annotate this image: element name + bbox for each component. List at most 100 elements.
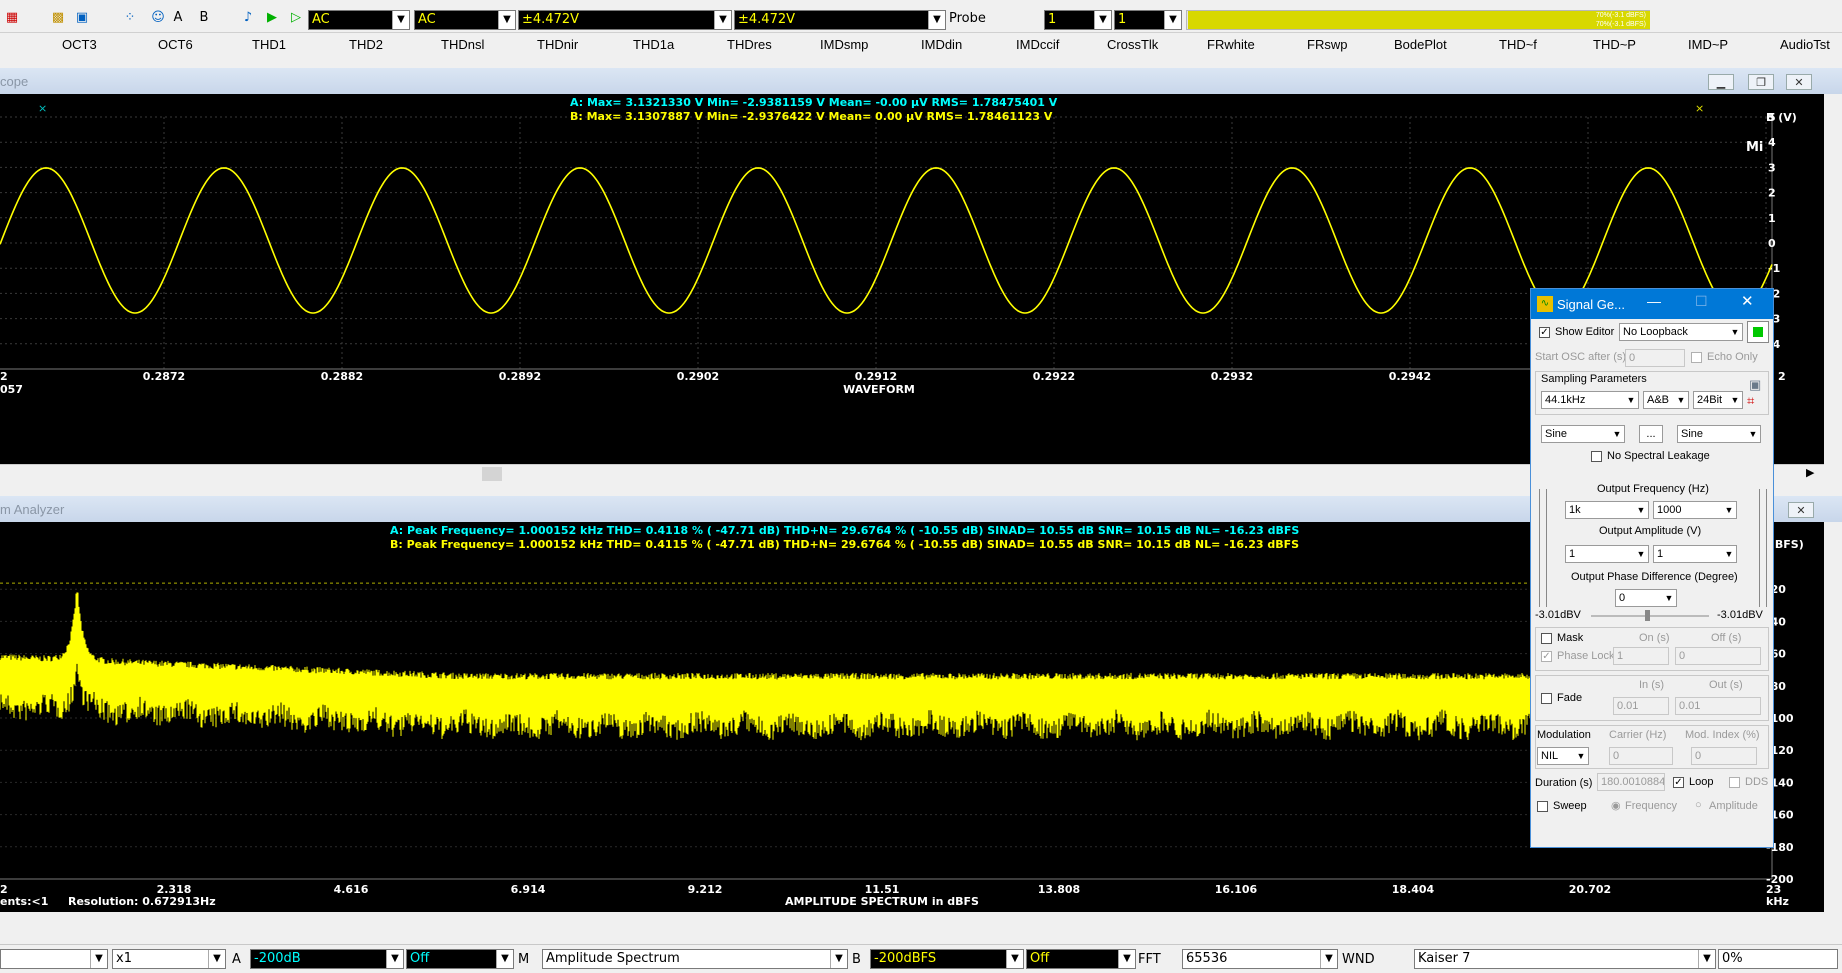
text-a-icon[interactable]: A [170,10,186,26]
speaker-icon[interactable]: ♪ [240,10,256,26]
fade-out-field[interactable]: 0.01 [1675,697,1761,715]
menu-item-thd1a[interactable]: THD1a [633,37,674,52]
loop-checkbox[interactable]: ✓ [1673,777,1684,788]
analysis-mode-select[interactable]: Amplitude Spectrum ▼ [542,949,848,969]
person-icon[interactable]: ☺ [150,10,166,26]
frequency-b-select[interactable]: 1000 ▼ [1653,501,1737,519]
amplitude-slider-b[interactable] [1759,489,1767,607]
menu-item-frwhite[interactable]: FRwhite [1207,37,1255,52]
sample-rate-select[interactable]: 44.1kHz ▼ [1541,391,1639,409]
range-b-select[interactable]: ±4.472V ▼ [734,10,946,30]
scroll-right-icon[interactable]: ▶ [1806,466,1814,479]
amplitude-slider-a[interactable] [1539,489,1547,607]
siggen-maximize-button[interactable]: ☐ [1695,293,1708,310]
wave-b-select[interactable]: Sine ▼ [1677,425,1761,443]
amplitude-b-select[interactable]: 1 ▼ [1653,545,1737,563]
balance-slider-thumb[interactable] [1645,610,1650,621]
carrier-field[interactable]: 0 [1609,747,1673,765]
save-icon[interactable]: ▣ [1749,377,1761,393]
minimize-button[interactable]: ▁ [1708,74,1734,90]
text-b-icon[interactable]: B [196,10,212,26]
menu-item-thdres[interactable]: THDres [727,37,772,52]
fade-checkbox[interactable] [1541,693,1552,704]
frequency-a-select[interactable]: 1k ▼ [1565,501,1649,519]
scope-vscroll[interactable] [1824,94,1842,464]
b-off-select[interactable]: Off ▼ [1026,949,1136,969]
spectrum-trace [0,592,1773,741]
siggen-minimize-button[interactable]: — [1647,293,1661,309]
menu-item-thd2[interactable]: THD2 [349,37,383,52]
close-button[interactable]: ✕ [1786,74,1812,90]
menu-item-imddin[interactable]: IMDdin [921,37,962,52]
fade-in-field[interactable]: 0.01 [1613,697,1669,715]
resolution-label: Resolution: 0.672913Hz [68,895,216,908]
wave-a-select[interactable]: Sine ▼ [1541,425,1625,443]
mask-off-field[interactable]: 0 [1675,647,1761,665]
mask-checkbox[interactable] [1541,633,1552,644]
play-record-icon[interactable]: ▷ [288,10,304,26]
app-icon[interactable]: ▦ [4,10,20,26]
amplitude-radio[interactable]: ○ [1695,799,1702,811]
loopback-select[interactable]: No Loopback ▼ [1619,323,1743,341]
phase-select[interactable]: 0 ▼ [1615,589,1677,607]
sweep-checkbox[interactable] [1537,801,1548,812]
scope-hscroll-thumb[interactable] [482,467,502,481]
menu-item-thd1[interactable]: THD1 [252,37,286,52]
start-osc-field[interactable]: 0 [1625,349,1685,367]
phase-lock-checkbox[interactable]: ✓ [1541,651,1552,662]
range-a-select[interactable]: ±4.472V ▼ [518,10,732,30]
play-icon[interactable]: ▶ [264,10,280,26]
amplitude-a-select[interactable]: 1 ▼ [1565,545,1649,563]
channels-select[interactable]: A&B ▼ [1643,391,1689,409]
meter-icon[interactable]: ▩ [50,10,66,26]
scope-x-tick: 0.2922 [1033,370,1075,383]
menu-item-oct6[interactable]: OCT6 [158,37,193,52]
maximize-button[interactable]: ❐ [1748,74,1774,90]
on-s-label: On (s) [1639,632,1670,644]
show-editor-checkbox[interactable]: ✓ [1539,327,1550,338]
generator-power-button[interactable] [1747,321,1769,343]
bit-depth-select[interactable]: 24Bit ▼ [1693,391,1743,409]
b-db-select[interactable]: -200dBFS ▼ [870,949,1024,969]
bottom-blank-select[interactable]: ▼ [0,949,108,969]
a-db-select[interactable]: -200dB ▼ [250,949,404,969]
duration-field[interactable]: 180.0010884 [1597,773,1665,791]
no-spectral-leakage-checkbox[interactable] [1591,451,1602,462]
loopback-value: No Loopback [1623,326,1688,338]
frequency-radio[interactable]: ◉ [1611,799,1621,812]
fft-size-select[interactable]: 65536 ▼ [1182,949,1338,969]
grid-icon[interactable]: ⁘ [122,10,138,26]
wave-options-button[interactable]: ... [1639,425,1663,443]
spectrum-vscroll[interactable] [1824,522,1842,912]
output-icon[interactable]: ▣ [74,10,90,26]
coupling-a-select[interactable]: AC ▼ [308,10,410,30]
menu-item-imd-p[interactable]: IMD~P [1688,37,1728,52]
siggen-close-button[interactable]: ✕ [1741,292,1754,310]
probe-b-select[interactable]: 1 ▼ [1114,10,1182,30]
mask-on-field[interactable]: 1 [1613,647,1669,665]
menu-item-imdsmp[interactable]: IMDsmp [820,37,868,52]
coupling-b-select[interactable]: AC ▼ [414,10,516,30]
spectrum-close-button[interactable]: ✕ [1788,502,1814,518]
multiplier-select[interactable]: x1 ▼ [112,949,226,969]
a-off-select[interactable]: Off ▼ [406,949,514,969]
balance-slider[interactable] [1591,610,1709,621]
probe-a-select[interactable]: 1 ▼ [1044,10,1112,30]
menu-item-thdnir[interactable]: THDnir [537,37,578,52]
menu-item-bodeplot[interactable]: BodePlot [1394,37,1447,52]
menu-item-frswp[interactable]: FRswp [1307,37,1347,52]
menu-item-thd-p[interactable]: THD~P [1593,37,1636,52]
menu-item-audiotst[interactable]: AudioTst [1780,37,1830,52]
window-function-select[interactable]: Kaiser 7 ▼ [1414,949,1716,969]
menu-item-crosstlk[interactable]: CrossTlk [1107,37,1158,52]
waveform-edit-icon[interactable]: ⌗ [1747,393,1754,409]
a-label: A [232,952,241,967]
menu-item-imdccif[interactable]: IMDccif [1016,37,1059,52]
mod-index-field[interactable]: 0 [1691,747,1757,765]
menu-item-oct3[interactable]: OCT3 [62,37,97,52]
modulation-select[interactable]: NIL ▼ [1537,747,1589,765]
menu-item-thd-f[interactable]: THD~f [1499,37,1537,52]
dds-checkbox[interactable] [1729,777,1740,788]
menu-item-thdnsl[interactable]: THDnsl [441,37,484,52]
echo-only-checkbox[interactable] [1691,352,1702,363]
